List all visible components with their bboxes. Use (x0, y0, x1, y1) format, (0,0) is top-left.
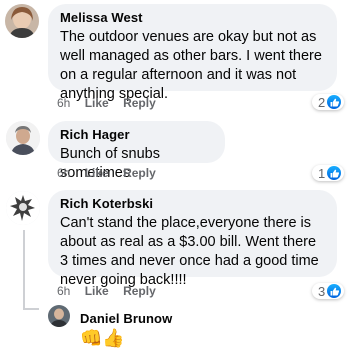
reply-thread-curve (23, 308, 39, 310)
avatar[interactable] (5, 4, 39, 38)
author-name[interactable]: Rich Hager (60, 127, 213, 143)
avatar[interactable] (6, 191, 40, 225)
reaction-count[interactable]: 3 (312, 283, 345, 299)
reaction-count-number: 1 (318, 165, 326, 181)
comment-bubble: Rich Koterbski Can't stand the place,eve… (48, 190, 337, 288)
like-button[interactable]: Like (85, 284, 109, 298)
comment-actions: 6h Like Reply (57, 166, 167, 180)
reaction-count-number: 2 (318, 94, 326, 110)
like-reaction-icon (327, 166, 342, 180)
like-reaction-icon (327, 284, 342, 298)
reply-thread-line (23, 230, 25, 310)
reply-button[interactable]: Reply (123, 166, 156, 180)
comment-text: The outdoor venues are okay but not as w… (60, 29, 322, 102)
comment-bubble: Rich Hager Bunch of snubs sometimes (48, 121, 225, 181)
like-button[interactable]: Like (85, 96, 109, 110)
reaction-count[interactable]: 2 (312, 94, 345, 110)
reply-button[interactable]: Reply (123, 96, 156, 110)
reply-emoji: 👊👍 (80, 328, 125, 348)
comment-text: Can't stand the place,everyone there is … (60, 215, 319, 288)
comment-actions: 6h Like Reply (57, 284, 167, 298)
like-reaction-icon (327, 95, 342, 109)
author-name[interactable]: Melissa West (60, 10, 325, 26)
reaction-count[interactable]: 1 (312, 165, 345, 181)
reaction-count-number: 3 (318, 283, 326, 299)
author-name[interactable]: Daniel Brunow (80, 311, 172, 327)
avatar[interactable] (48, 305, 70, 327)
timestamp[interactable]: 6h (57, 96, 70, 110)
avatar[interactable] (6, 121, 40, 155)
timestamp[interactable]: 6h (57, 166, 70, 180)
comment-bubble: Melissa West The outdoor venues are okay… (48, 4, 337, 102)
comment-actions: 6h Like Reply (57, 96, 167, 110)
timestamp[interactable]: 6h (57, 284, 70, 298)
reply-button[interactable]: Reply (123, 284, 156, 298)
like-button[interactable]: Like (85, 166, 109, 180)
author-name[interactable]: Rich Koterbski (60, 196, 325, 212)
